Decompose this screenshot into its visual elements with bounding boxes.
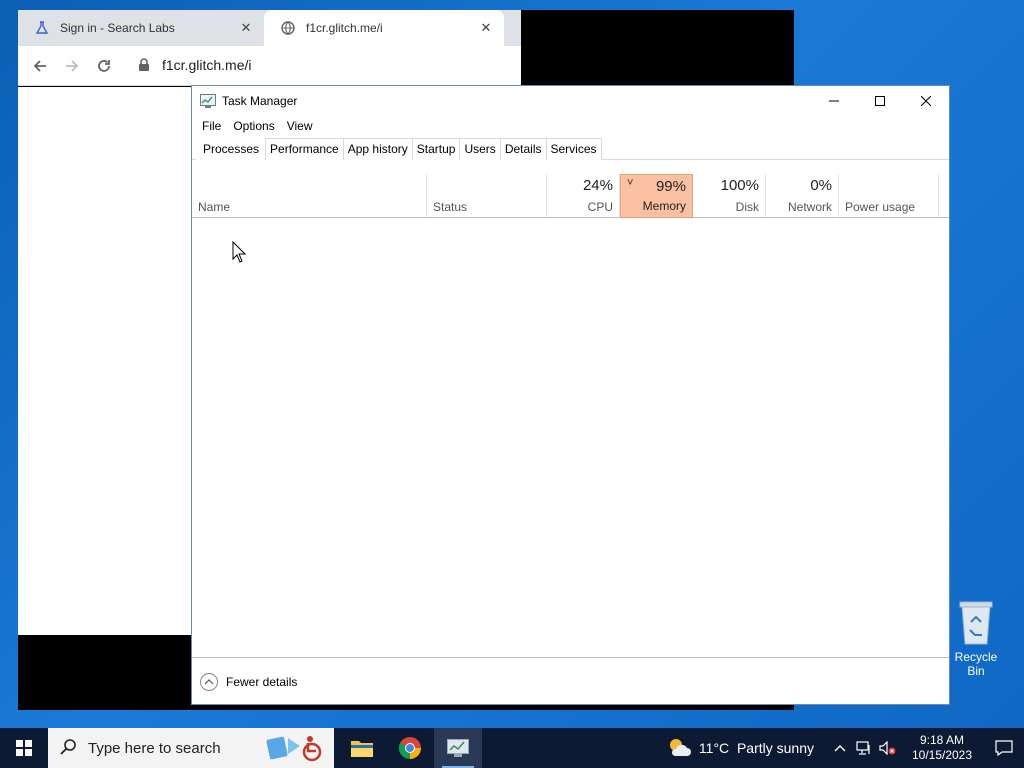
tab-performance[interactable]: Performance <box>265 138 344 160</box>
recycle-bin-label: Recycle Bin <box>954 650 998 678</box>
folder-icon <box>351 741 373 757</box>
menu-file[interactable]: File <box>196 116 227 136</box>
address-text: f1cr.glitch.me/i <box>162 57 252 73</box>
column-name[interactable]: Name <box>192 174 427 218</box>
chevron-up-icon[interactable] <box>828 728 852 768</box>
task-manager-window: Task Manager File Options View Processes… <box>191 85 950 705</box>
column-header-row: Name Status 24% CPU ˅ 99% Memory 100% Di… <box>192 174 949 218</box>
recycle-bin-icon <box>956 600 996 646</box>
weather-temp: 11°C <box>698 740 730 756</box>
disk-percent: 100% <box>720 177 759 194</box>
clock-date: 10/15/2023 <box>911 748 973 762</box>
start-button[interactable] <box>0 728 48 768</box>
browser-page-content <box>18 87 198 635</box>
menu-options[interactable]: Options <box>227 116 280 136</box>
search-highlight-icon <box>264 732 328 764</box>
notification-icon[interactable] <box>984 728 1024 768</box>
taskbar-chrome[interactable] <box>386 728 434 768</box>
reload-icon[interactable] <box>92 54 116 78</box>
column-memory[interactable]: ˅ 99% Memory <box>620 174 693 218</box>
clock-time: 9:18 AM <box>919 733 965 747</box>
menu-view[interactable]: View <box>281 116 319 136</box>
sort-descending-icon: ˅ <box>627 177 634 189</box>
column-cpu[interactable]: 24% CPU <box>547 174 620 218</box>
column-power-usage[interactable]: Power usage <box>839 174 939 218</box>
weather-widget[interactable]: 11°C Partly sunny <box>667 736 814 760</box>
chevron-up-icon[interactable] <box>200 672 218 691</box>
minimize-icon[interactable] <box>811 86 857 116</box>
column-status[interactable]: Status <box>427 174 547 218</box>
chrome-icon <box>398 737 421 759</box>
task-manager-icon <box>447 739 469 757</box>
title-bar: Task Manager <box>192 86 949 116</box>
taskbar: Type here to search 11°C Partly sunny 9:… <box>0 728 1024 768</box>
tab-details[interactable]: Details <box>499 138 547 160</box>
close-icon[interactable] <box>903 86 949 116</box>
system-tray: 11°C Partly sunny 9:18 AM 10/15/2023 <box>667 728 1024 768</box>
tab-users[interactable]: Users <box>459 138 501 160</box>
lock-icon <box>138 58 152 72</box>
back-arrow-icon[interactable] <box>28 54 52 78</box>
tab-processes[interactable]: Processes <box>196 138 267 160</box>
forward-arrow-icon[interactable] <box>60 54 84 78</box>
flask-icon <box>34 20 50 36</box>
column-status-label: Status <box>433 200 468 214</box>
volume-muted-icon[interactable] <box>876 728 900 768</box>
search-icon <box>60 738 78 759</box>
tab-app-history[interactable]: App history <box>342 138 413 160</box>
globe-icon <box>280 20 296 36</box>
cpu-percent: 24% <box>582 177 613 194</box>
footer-bar: Fewer details <box>192 657 949 705</box>
taskbar-task-manager[interactable] <box>434 728 482 768</box>
close-icon[interactable]: ✕ <box>238 20 254 36</box>
column-memory-label: Memory <box>642 199 686 213</box>
fewer-details-link[interactable]: Fewer details <box>226 675 297 689</box>
menu-bar: File Options View <box>192 116 319 136</box>
memory-percent: 99% <box>655 178 686 195</box>
tab-startup[interactable]: Startup <box>411 138 461 160</box>
network-percent: 0% <box>810 177 832 194</box>
browser-toolbar: f1cr.glitch.me/i <box>18 46 521 86</box>
recycle-bin-shortcut[interactable]: Recycle Bin <box>946 600 1006 678</box>
clock[interactable]: 9:18 AM 10/15/2023 <box>906 733 978 763</box>
address-bar[interactable]: f1cr.glitch.me/i <box>128 50 518 80</box>
process-list[interactable] <box>192 219 949 657</box>
close-icon[interactable]: ✕ <box>478 20 494 36</box>
column-disk-label: Disk <box>735 200 759 214</box>
column-network[interactable]: 0% Network <box>766 174 839 218</box>
column-disk[interactable]: 100% Disk <box>693 174 766 218</box>
browser-tabstrip: Sign in - Search Labs ✕ f1cr.glitch.me/i… <box>18 10 521 46</box>
tab-bar: Processes Performance App history Startu… <box>192 138 949 160</box>
browser-tab-glitch[interactable]: f1cr.glitch.me/i ✕ <box>264 10 504 46</box>
windows-logo-icon <box>16 740 32 756</box>
taskbar-search[interactable]: Type here to search <box>48 728 334 768</box>
partly-sunny-icon <box>667 736 691 760</box>
browser-tab-label: Sign in - Search Labs <box>60 21 175 35</box>
task-manager-icon <box>200 94 216 108</box>
tab-services[interactable]: Services <box>545 138 602 160</box>
window-title: Task Manager <box>222 94 298 108</box>
maximize-icon[interactable] <box>857 86 903 116</box>
network-icon[interactable] <box>852 728 876 768</box>
column-cpu-label: CPU <box>587 200 613 214</box>
mouse-cursor-icon <box>232 240 247 263</box>
column-network-label: Network <box>787 200 832 214</box>
column-name-label: Name <box>198 200 231 214</box>
column-power-usage-label: Power usage <box>845 200 916 214</box>
weather-desc: Partly sunny <box>736 740 814 756</box>
browser-tab-label: f1cr.glitch.me/i <box>306 21 383 35</box>
search-placeholder: Type here to search <box>88 739 221 757</box>
taskbar-file-explorer[interactable] <box>338 728 386 768</box>
browser-tab-search-labs[interactable]: Sign in - Search Labs ✕ <box>18 10 264 46</box>
